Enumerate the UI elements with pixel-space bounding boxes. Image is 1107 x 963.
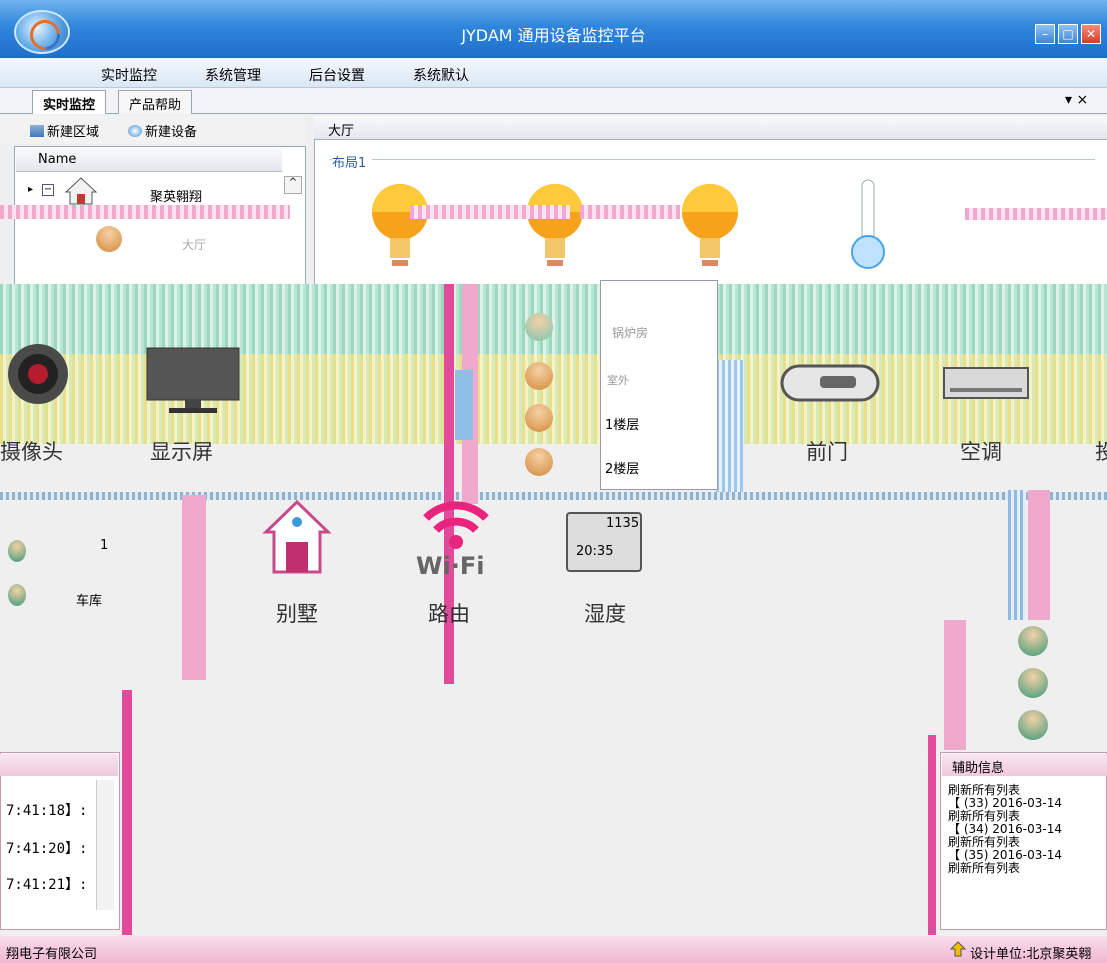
render-artifact	[410, 205, 570, 219]
door-icon[interactable]	[780, 362, 880, 404]
render-artifact	[0, 284, 1107, 354]
bulb-icon[interactable]	[680, 182, 740, 266]
tab-help[interactable]: 产品帮助	[118, 90, 193, 114]
tree-node-garage[interactable]: 车库	[76, 590, 102, 609]
villa-label: 别墅	[276, 602, 318, 626]
wifi-icon[interactable]	[420, 498, 492, 552]
tree-node-outdoor[interactable]: 室外	[607, 372, 629, 388]
new-area-button[interactable]: 新建区域	[30, 121, 99, 140]
user-node-icon	[96, 226, 122, 252]
render-artifact	[455, 370, 473, 440]
render-artifact	[1028, 490, 1050, 620]
render-artifact	[0, 492, 1107, 500]
humidity-bottom-value: 20:35	[576, 544, 614, 559]
user-node-icon	[525, 448, 553, 476]
render-artifact	[580, 205, 680, 219]
new-device-label: 新建设备	[145, 125, 198, 140]
add-device-icon	[128, 125, 142, 137]
menu-realtime[interactable]: 实时监控	[101, 65, 157, 85]
render-artifact	[0, 205, 290, 219]
monitor-label: 显示屏	[150, 440, 213, 464]
aux-info-title: 辅助信息	[942, 754, 1107, 776]
humidity-label: 湿度	[584, 602, 626, 626]
window-title: JYDAM 通用设备监控平台	[461, 26, 646, 45]
camera-label: 摄像头	[0, 440, 63, 464]
area-header: 大厅	[314, 116, 1107, 140]
log-panel-header	[0, 754, 118, 776]
monitor-icon[interactable]	[143, 346, 243, 416]
thermometer-icon[interactable]	[848, 178, 888, 273]
humidity-top-value: 1135	[606, 516, 640, 531]
render-artifact	[1008, 490, 1026, 620]
render-artifact	[182, 495, 206, 680]
air-conditioner-label: 空调	[960, 440, 1002, 464]
router-label: 路由	[428, 602, 470, 626]
projector-label: 投	[1095, 440, 1107, 464]
menu-bar	[0, 58, 1107, 88]
status-bar	[0, 936, 1107, 963]
user-node-icon	[8, 540, 26, 562]
new-area-icon	[30, 125, 44, 137]
log-time-1: 7:41:18】:	[6, 803, 88, 819]
collapse-toggle-icon[interactable]: −	[42, 184, 54, 196]
air-conditioner-icon[interactable]	[940, 362, 1032, 404]
user-node-icon	[525, 362, 553, 390]
maximize-button[interactable]: □	[1058, 24, 1078, 44]
status-designer: 设计单位:北京聚英翱	[970, 947, 1092, 962]
tree-node-boiler[interactable]: 锅炉房	[612, 324, 648, 341]
upload-icon	[949, 941, 967, 957]
menu-system[interactable]: 系统管理	[205, 65, 261, 85]
user-node-icon	[8, 584, 26, 606]
tree-node-floor2[interactable]: 2楼层	[605, 458, 639, 477]
house-icon	[64, 176, 98, 206]
render-artifact	[928, 735, 936, 935]
close-button[interactable]: ✕	[1081, 24, 1101, 44]
user-node-icon	[1018, 710, 1048, 740]
menu-default[interactable]: 系统默认	[413, 65, 469, 85]
aux-line: 刷新所有列表	[948, 861, 1021, 875]
tab-realtime[interactable]: 实时监控	[32, 90, 107, 114]
new-device-button[interactable]: 新建设备	[128, 121, 197, 140]
tree-root-label[interactable]: 聚英翱翔	[150, 186, 202, 205]
log-time-3: 7:41:21】:	[6, 877, 88, 893]
user-node-icon	[525, 313, 553, 341]
front-door-label: 前门	[806, 440, 848, 464]
tree-node-hall[interactable]: 大厅	[182, 236, 206, 253]
layout-label: 布局1	[332, 152, 373, 171]
render-artifact	[716, 360, 744, 492]
menu-backend[interactable]: 后台设置	[309, 65, 365, 85]
layout-divider	[330, 159, 1095, 160]
tree-column-header[interactable]: Name	[16, 148, 282, 172]
camera-icon[interactable]	[8, 338, 78, 410]
new-area-label: 新建区域	[47, 125, 100, 140]
log-scrollbar[interactable]	[96, 780, 114, 910]
expand-arrow-icon[interactable]: ▸	[28, 184, 33, 195]
tab-controls[interactable]: ▾ ×	[1065, 92, 1088, 108]
user-node-icon	[1018, 626, 1048, 656]
render-artifact	[122, 690, 132, 935]
wifi-text: Wi·Fi	[416, 552, 485, 580]
tree-node-misc[interactable]: 1	[100, 538, 108, 553]
villa-icon[interactable]	[262, 498, 332, 578]
user-node-icon	[1018, 668, 1048, 698]
tree-node-floor1[interactable]: 1楼层	[605, 414, 639, 433]
status-company: 翔电子有限公司	[6, 947, 98, 962]
minimize-button[interactable]: –	[1035, 24, 1055, 44]
render-artifact	[965, 208, 1107, 220]
humidity-meter-icon[interactable]: 1135 20:35	[566, 512, 642, 572]
tree-scroll-up[interactable]: ^	[284, 176, 302, 194]
render-artifact	[944, 620, 966, 750]
log-time-2: 7:41:20】:	[6, 841, 88, 857]
user-node-icon	[525, 404, 553, 432]
